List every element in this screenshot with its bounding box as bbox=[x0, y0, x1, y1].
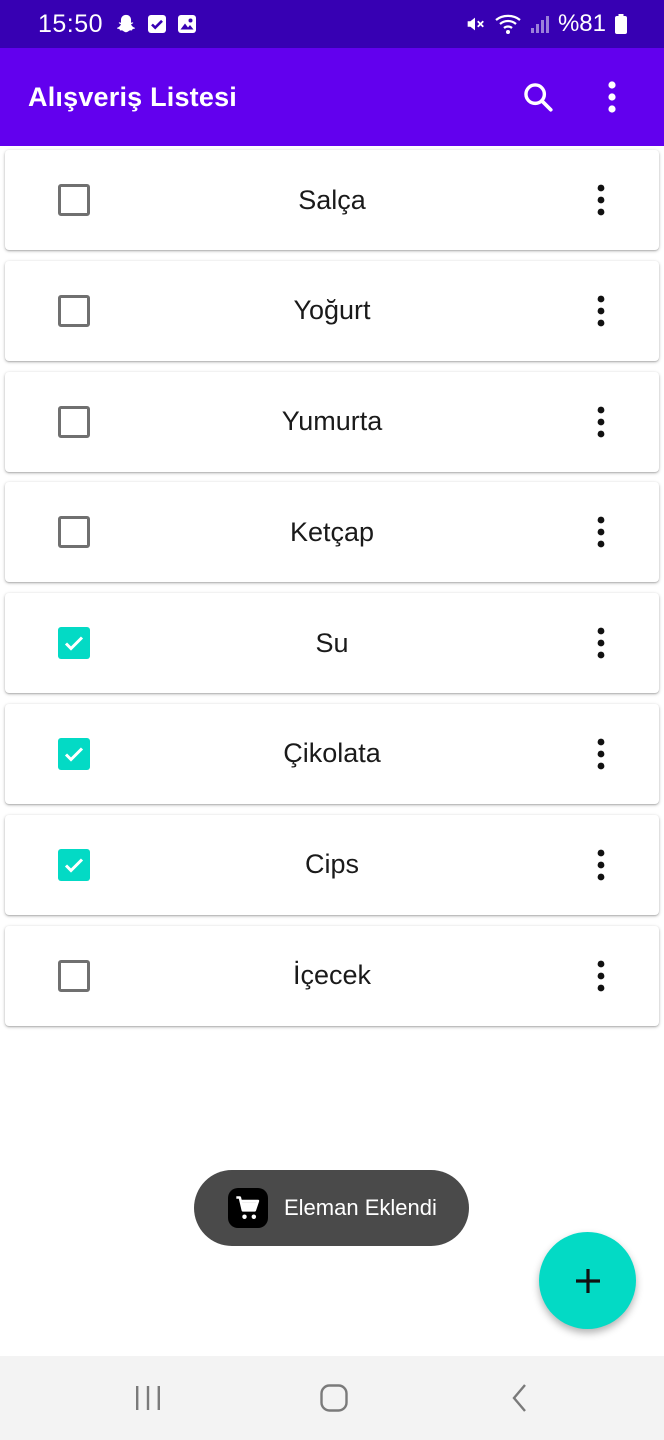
system-nav-bar bbox=[0, 1356, 664, 1440]
item-menu-button[interactable] bbox=[589, 180, 613, 220]
item-menu-button[interactable] bbox=[589, 402, 613, 442]
item-label: Salça bbox=[298, 184, 366, 215]
list-item[interactable]: Ketçap bbox=[5, 482, 659, 583]
item-label: Ketçap bbox=[289, 516, 375, 547]
search-button[interactable] bbox=[514, 73, 562, 121]
app-bar: Alışveriş Listesi bbox=[0, 48, 664, 146]
item-menu-button[interactable] bbox=[589, 734, 613, 774]
check-icon bbox=[64, 636, 84, 651]
item-label: Çikolata bbox=[283, 738, 381, 769]
checkbox-notification-icon bbox=[147, 14, 167, 34]
item-label: Yumurta bbox=[281, 406, 383, 437]
home-button[interactable] bbox=[284, 1356, 384, 1440]
list-item[interactable]: Su bbox=[5, 593, 659, 694]
toast-message: Eleman Eklendi bbox=[284, 1195, 437, 1220]
item-label: İçecek bbox=[292, 960, 372, 991]
item-menu-button[interactable] bbox=[589, 623, 613, 663]
recents-button[interactable] bbox=[98, 1356, 198, 1440]
item-checkbox[interactable] bbox=[58, 294, 90, 327]
list-item[interactable]: İçecek bbox=[5, 925, 659, 1026]
more-vert-icon bbox=[597, 849, 605, 881]
item-menu-button[interactable] bbox=[589, 291, 613, 331]
battery-icon bbox=[614, 13, 628, 35]
notification-icons bbox=[115, 13, 197, 35]
check-icon bbox=[64, 858, 84, 873]
more-vert-icon bbox=[608, 81, 616, 113]
item-label: Cips bbox=[304, 849, 359, 880]
battery-level: %81 bbox=[557, 10, 606, 37]
list-item[interactable]: Cips bbox=[5, 814, 659, 915]
shopping-cart-icon bbox=[228, 1188, 268, 1228]
item-checkbox[interactable] bbox=[58, 184, 90, 216]
back-button[interactable] bbox=[470, 1356, 570, 1440]
list-item[interactable]: Salça bbox=[5, 150, 659, 250]
item-checkbox[interactable] bbox=[58, 737, 90, 770]
more-vert-icon bbox=[597, 738, 605, 770]
add-item-button[interactable] bbox=[539, 1232, 636, 1329]
shopping-list: Salça Yoğurt Yumurta Ketçap Su Çikolata Cips İç… bbox=[5, 150, 659, 1036]
toast: Eleman Eklendi bbox=[194, 1170, 469, 1246]
list-item[interactable]: Çikolata bbox=[5, 703, 659, 804]
item-checkbox[interactable] bbox=[58, 405, 90, 438]
snapchat-icon bbox=[115, 13, 137, 35]
more-vert-icon bbox=[597, 516, 605, 548]
more-vert-icon bbox=[597, 960, 605, 991]
list-item[interactable]: Yumurta bbox=[5, 371, 659, 472]
item-checkbox[interactable] bbox=[58, 959, 90, 992]
gallery-icon bbox=[177, 14, 197, 34]
item-menu-button[interactable] bbox=[589, 956, 613, 996]
plus-icon bbox=[575, 1268, 600, 1293]
item-label: Yoğurt bbox=[293, 295, 371, 326]
back-icon bbox=[512, 1384, 526, 1412]
more-vert-icon bbox=[597, 627, 605, 659]
status-bar: 15:50 %81 bbox=[0, 0, 664, 48]
home-icon bbox=[320, 1384, 348, 1412]
app-actions bbox=[514, 73, 636, 121]
search-icon bbox=[524, 83, 553, 112]
overflow-menu-button[interactable] bbox=[588, 73, 636, 121]
item-checkbox[interactable] bbox=[58, 627, 90, 660]
app-title: Alışveriş Listesi bbox=[28, 81, 238, 112]
item-label: Su bbox=[315, 627, 349, 658]
item-menu-button[interactable] bbox=[589, 845, 613, 885]
more-vert-icon bbox=[597, 295, 605, 327]
more-vert-icon bbox=[597, 406, 605, 437]
item-checkbox[interactable] bbox=[58, 848, 90, 881]
item-checkbox[interactable] bbox=[58, 516, 90, 549]
mute-icon bbox=[464, 13, 486, 35]
more-vert-icon bbox=[597, 184, 605, 216]
signal-icon bbox=[530, 13, 550, 35]
list-item[interactable]: Yoğurt bbox=[5, 260, 659, 361]
wifi-icon bbox=[494, 13, 522, 35]
item-menu-button[interactable] bbox=[589, 512, 613, 552]
status-right: %81 bbox=[464, 10, 628, 38]
recents-icon bbox=[136, 1386, 160, 1410]
status-time: 15:50 bbox=[38, 9, 104, 38]
screen: 15:50 %81 Alışveriş Listesi Salça Yoğurt… bbox=[0, 0, 664, 1440]
check-icon bbox=[64, 747, 84, 762]
